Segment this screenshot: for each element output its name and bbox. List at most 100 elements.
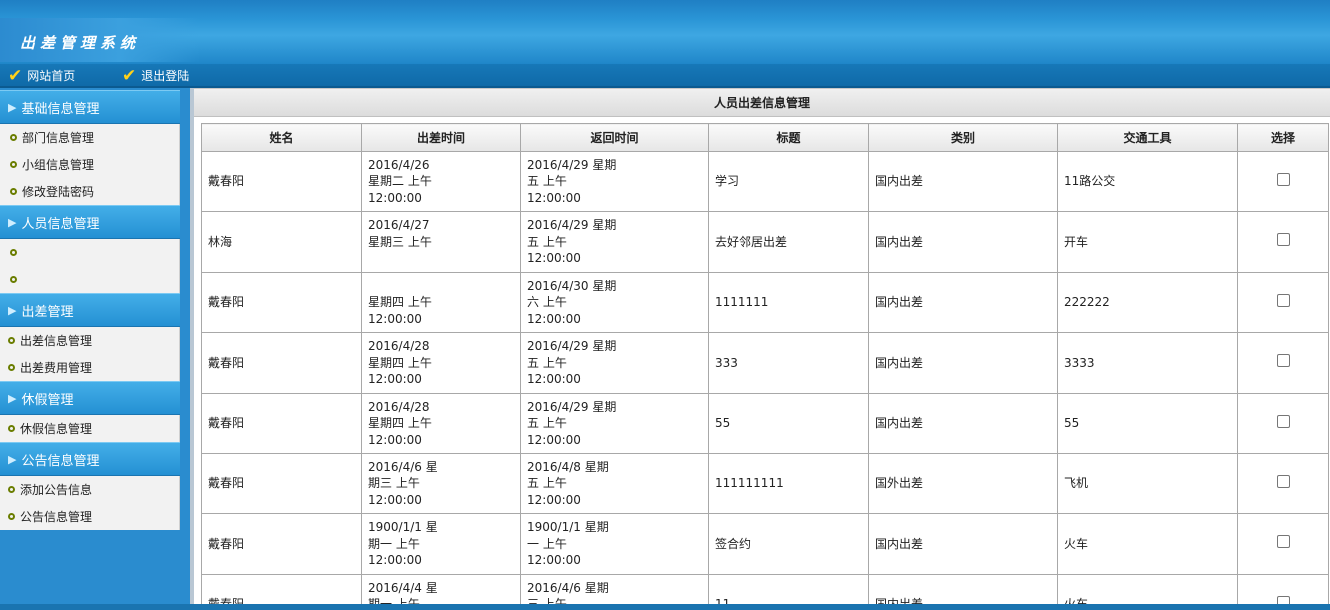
sidebar-group-notice[interactable]: ▶ 公告信息管理 [0, 442, 180, 476]
row-select-checkbox[interactable] [1276, 172, 1290, 186]
cell-start-time-line: 星期四 上午 [368, 295, 432, 310]
cell-start-time-line [368, 278, 514, 295]
row-select-checkbox[interactable] [1276, 293, 1290, 307]
column-header-transport[interactable]: 交通工具 [1057, 123, 1238, 152]
cell-transport: 开车 [1057, 211, 1238, 273]
sidebar-item-staff-1[interactable] [0, 239, 179, 266]
bullet-icon [8, 513, 15, 520]
cell-end-time: 2016/4/29 星期五 上午 12:00:00 [520, 392, 709, 454]
row-select-checkbox[interactable] [1276, 474, 1290, 488]
logout-link[interactable]: ✔ 退出登陆 [122, 67, 189, 84]
trip-table: 姓名 出差时间 返回时间 标题 类别 交通工具 选择 戴春阳 2016/4/26 星… [201, 123, 1329, 610]
sidebar-group-title: 公告信息管理 [21, 453, 100, 469]
cell-end-time-line: 五 上午 [527, 174, 567, 189]
home-link-label: 网站首页 [27, 69, 76, 83]
sidebar-item-team[interactable]: 小组信息管理 [0, 151, 179, 178]
column-header-title[interactable]: 标题 [708, 123, 869, 152]
cell-start-time: 2016/4/27 星期三 上午 [361, 211, 521, 273]
cell-select [1237, 392, 1329, 454]
column-header-select[interactable]: 选择 [1237, 123, 1329, 152]
sidebar-group-leave[interactable]: ▶ 休假管理 [0, 381, 180, 415]
column-header-name[interactable]: 姓名 [201, 123, 362, 152]
table-row[interactable]: 戴春阳 星期四 上午 12:00:00 2016/4/30 星期六 上午 12:00:0… [201, 271, 1329, 334]
cell-name: 戴春阳 [201, 271, 362, 334]
top-nav: ✔ 网站首页 ✔ 退出登陆 [0, 64, 1330, 88]
cell-end-time-line: 12:00:00 [527, 492, 581, 507]
table-row[interactable]: 林海 2016/4/27 星期三 上午 2016/4/29 星期五 上午 12:00:0… [201, 211, 1329, 273]
table-header-row: 姓名 出差时间 返回时间 标题 类别 交通工具 选择 [201, 123, 1329, 152]
cell-name: 戴春阳 [201, 513, 362, 575]
cell-start-time-line: 2016/4/6 星 [368, 459, 438, 474]
row-select-checkbox[interactable] [1276, 233, 1290, 247]
cell-end-time-line: 12:00:00 [527, 311, 581, 326]
cell-start-time: 1900/1/1 星期一 上午 12:00:00 [361, 513, 521, 575]
table-row[interactable]: 戴春阳 2016/4/26 星期二 上午 12:00:00 2016/4/29 星期五 … [201, 150, 1329, 213]
cell-start-time-line: 2016/4/26 [368, 157, 430, 172]
sidebar-item-label: 公告信息管理 [20, 510, 93, 524]
page-title: 人员出差信息管理 [194, 89, 1330, 117]
cell-type: 国内出差 [868, 150, 1058, 213]
cell-name: 戴春阳 [201, 150, 362, 213]
cell-start-time-line [368, 250, 514, 267]
cell-start-time: 2016/4/6 星期三 上午 12:00:00 [361, 452, 521, 515]
sidebar-item-department[interactable]: 部门信息管理 [0, 124, 179, 151]
sidebar-item-trip-info[interactable]: 出差信息管理 [0, 327, 179, 354]
bullet-icon [8, 425, 15, 432]
sidebar-group-title: 人员信息管理 [21, 216, 100, 232]
cell-end-time-line: 12:00:00 [527, 251, 581, 266]
cell-title: 333 [708, 332, 869, 394]
sidebar-item-notice-manage[interactable]: 公告信息管理 [0, 503, 179, 530]
sidebar-item-label: 小组信息管理 [22, 158, 95, 172]
column-header-type[interactable]: 类别 [868, 123, 1058, 152]
sidebar-item-trip-expense[interactable]: 出差费用管理 [0, 354, 179, 381]
home-link[interactable]: ✔ 网站首页 [8, 67, 75, 84]
table-row[interactable]: 戴春阳 2016/4/28 星期四 上午 12:00:00 2016/4/29 星期五 … [201, 392, 1329, 454]
column-header-end[interactable]: 返回时间 [520, 123, 709, 152]
sidebar-item-label: 添加公告信息 [20, 483, 93, 497]
cell-end-time-line: 2016/4/30 星期 [527, 278, 617, 293]
cell-name: 戴春阳 [201, 452, 362, 515]
sidebar-item-label: 休假信息管理 [20, 422, 93, 436]
cell-start-time-line: 星期三 上午 [368, 234, 432, 249]
cell-select [1237, 513, 1329, 575]
sidebar-group-title: 基础信息管理 [21, 101, 100, 117]
row-select-checkbox[interactable] [1276, 354, 1290, 368]
cell-end-time-line: 12:00:00 [527, 190, 581, 205]
cell-start-time-line: 1900/1/1 星 [368, 520, 438, 535]
cell-end-time-line: 2016/4/29 星期 [527, 339, 617, 354]
cell-type: 国内出差 [868, 211, 1058, 273]
sidebar-item-add-notice[interactable]: 添加公告信息 [0, 476, 179, 503]
cell-end-time-line: 2016/4/29 星期 [527, 218, 617, 233]
sidebar-group-business-trip[interactable]: ▶ 出差管理 [0, 293, 180, 327]
row-select-checkbox[interactable] [1276, 535, 1290, 549]
cell-title: 签合约 [708, 513, 869, 575]
sidebar-group-staff-info[interactable]: ▶ 人员信息管理 [0, 205, 180, 239]
sidebar-group-title: 休假管理 [21, 392, 74, 408]
table-row[interactable]: 戴春阳 1900/1/1 星期一 上午 12:00:00 1900/1/1 星期一 上… [201, 513, 1329, 575]
bullet-icon [10, 188, 17, 195]
cell-type: 国内出差 [868, 513, 1058, 575]
column-header-start[interactable]: 出差时间 [361, 123, 521, 152]
cell-select [1237, 150, 1329, 213]
cell-end-time: 2016/4/29 星期五 上午 12:00:00 [520, 211, 709, 273]
cell-end-time-line: 1900/1/1 星期 [527, 520, 609, 535]
cell-end-time-line: 2016/4/29 星期 [527, 157, 617, 172]
table-row[interactable]: 戴春阳 2016/4/6 星期三 上午 12:00:00 2016/4/8 星期五 上… [201, 452, 1329, 515]
bullet-icon [8, 364, 15, 371]
bullet-icon [10, 249, 17, 256]
cell-start-time-line: 12:00:00 [368, 432, 422, 447]
sidebar-item-staff-2[interactable] [0, 266, 179, 293]
cell-end-time-line: 五 上午 [527, 476, 567, 491]
row-select-checkbox[interactable] [1276, 414, 1290, 428]
sidebar-item-change-password[interactable]: 修改登陆密码 [0, 178, 179, 205]
cell-select [1237, 452, 1329, 515]
cell-end-time: 2016/4/29 星期五 上午 12:00:00 [520, 150, 709, 213]
sidebar-item-leave-info[interactable]: 休假信息管理 [0, 415, 179, 442]
table-row[interactable]: 戴春阳 2016/4/28 星期四 上午 12:00:00 2016/4/29 星期五 … [201, 332, 1329, 394]
cell-transport: 11路公交 [1057, 150, 1238, 213]
triangle-right-icon: ▶ [8, 452, 17, 466]
sidebar-group-basic-info[interactable]: ▶ 基础信息管理 [0, 90, 180, 124]
header-banner: 出差管理系统 [0, 0, 1330, 64]
cell-title: 学习 [708, 150, 869, 213]
cell-title: 1111111 [708, 271, 869, 334]
